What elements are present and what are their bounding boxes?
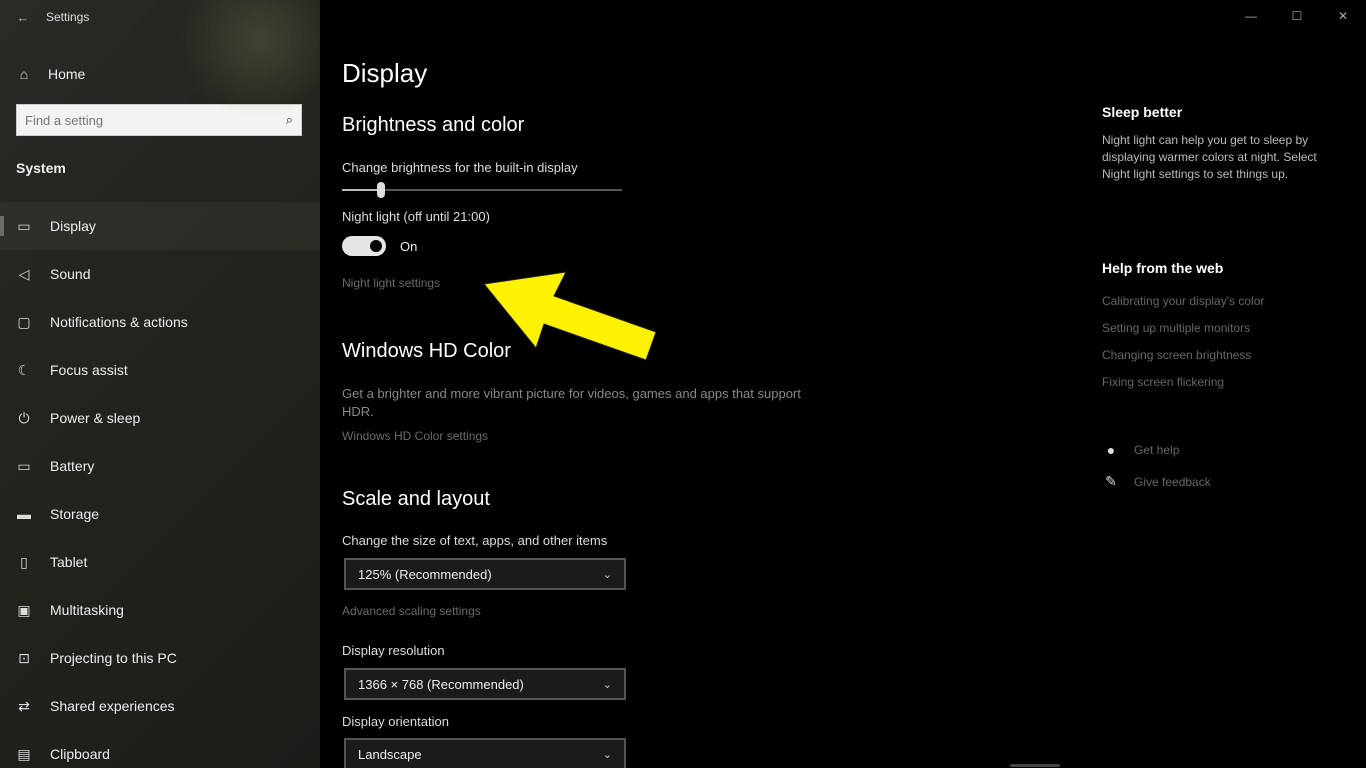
dropdown-value: Landscape — [358, 746, 422, 762]
feedback-icon: ✎ — [1105, 473, 1117, 489]
section-label: System — [16, 160, 66, 176]
tablet-icon: ▯ — [20, 553, 28, 570]
toggle-state: On — [400, 238, 418, 254]
slider-fill — [342, 189, 382, 191]
orientation-dropdown[interactable]: Landscape ⌄ — [344, 738, 626, 768]
sidebar-item-label: Display — [50, 218, 96, 234]
title-bar: ← Settings — [0, 0, 320, 34]
search-box[interactable]: ⌕ — [16, 104, 302, 136]
help-link[interactable]: Changing screen brightness — [1102, 348, 1251, 362]
sidebar-item-tablet[interactable]: ▯ Tablet — [0, 538, 320, 586]
sleep-heading: Sleep better — [1102, 104, 1183, 120]
sidebar: ← Settings ⌂ Home ⌕ System ▭ Display ◁ S… — [0, 0, 320, 768]
monitor-icon: ▭ — [17, 217, 31, 234]
maximize-button[interactable]: ☐ — [1274, 0, 1320, 32]
sidebar-item-label: Tablet — [50, 554, 88, 570]
help-link[interactable]: Calibrating your display's color — [1102, 294, 1264, 308]
give-feedback-label: Give feedback — [1134, 474, 1211, 489]
sidebar-item-notifications[interactable]: ▢ Notifications & actions — [0, 298, 320, 346]
home-label: Home — [48, 66, 86, 82]
page-title: Display — [342, 58, 428, 88]
battery-icon: ▭ — [17, 457, 31, 474]
chevron-down-icon: ⌄ — [602, 748, 612, 761]
notification-icon: ▢ — [17, 313, 31, 330]
moon-icon: ☾ — [17, 361, 31, 378]
sidebar-item-label: Battery — [50, 458, 95, 474]
sidebar-item-clipboard[interactable]: ▤ Clipboard — [0, 730, 320, 768]
text-size-label: Change the size of text, apps, and other… — [342, 533, 608, 548]
home-icon: ⌂ — [19, 66, 29, 82]
help-link[interactable]: Setting up multiple monitors — [1102, 321, 1250, 335]
hdr-description: Get a brighter and more vibrant picture … — [342, 386, 801, 419]
brightness-slider-label: Change brightness for the built-in displ… — [342, 160, 578, 175]
sidebar-item-label: Storage — [50, 506, 100, 522]
home-nav-item[interactable]: ⌂ Home — [0, 58, 320, 90]
sidebar-item-label: Focus assist — [50, 362, 128, 378]
multitasking-icon: ▣ — [17, 601, 31, 618]
sidebar-item-label: Notifications & actions — [50, 314, 188, 330]
sidebar-item-label: Sound — [50, 266, 91, 282]
orientation-label: Display orientation — [342, 714, 449, 729]
chevron-down-icon: ⌄ — [602, 568, 612, 581]
night-light-label: Night light (off until 21:00) — [342, 209, 490, 224]
sidebar-item-label: Clipboard — [50, 746, 110, 762]
back-arrow-icon[interactable]: ← — [0, 0, 46, 34]
night-light-toggle[interactable] — [342, 236, 386, 256]
text-size-dropdown[interactable]: 125% (Recommended) ⌄ — [344, 558, 626, 590]
sidebar-item-battery[interactable]: ▭ Battery — [0, 442, 320, 490]
sidebar-item-label: Projecting to this PC — [50, 650, 177, 666]
annotation-arrow-icon — [483, 271, 657, 361]
chevron-down-icon: ⌄ — [602, 678, 612, 691]
get-help-action[interactable]: ● Get help — [1102, 442, 1180, 458]
main-content: Display Brightness and color Change brig… — [320, 0, 1080, 768]
power-icon: ⏻ — [18, 409, 30, 426]
slider-thumb[interactable] — [377, 182, 386, 198]
brightness-slider[interactable] — [342, 182, 622, 198]
shared-icon: ⇄ — [18, 697, 30, 714]
night-light-settings-link[interactable]: Night light settings — [342, 276, 440, 290]
right-panel: Sleep better Night light can help you ge… — [1100, 0, 1366, 768]
resolution-label: Display resolution — [342, 643, 445, 658]
sidebar-item-power[interactable]: ⏻ Power & sleep — [0, 394, 320, 442]
help-link[interactable]: Fixing screen flickering — [1102, 375, 1224, 389]
search-input[interactable] — [25, 112, 265, 128]
sidebar-item-display[interactable]: ▭ Display — [0, 202, 320, 250]
window-controls: — ☐ ✕ — [1228, 0, 1366, 32]
sidebar-nav: ▭ Display ◁ Sound ▢ Notifications & acti… — [0, 202, 320, 768]
scroll-indicator[interactable] — [1010, 764, 1060, 767]
sidebar-item-multitasking[interactable]: ▣ Multitasking — [0, 586, 320, 634]
settings-window: ← Settings ⌂ Home ⌕ System ▭ Display ◁ S… — [0, 0, 1366, 768]
sidebar-item-label: Power & sleep — [50, 410, 141, 426]
night-light-toggle-row: On — [342, 236, 417, 256]
sidebar-item-storage[interactable]: ▬ Storage — [0, 490, 320, 538]
clipboard-icon: ▤ — [17, 745, 31, 762]
sidebar-item-shared-experiences[interactable]: ⇄ Shared experiences — [0, 682, 320, 730]
minimize-button[interactable]: — — [1228, 0, 1274, 32]
storage-icon: ▬ — [17, 506, 31, 522]
app-title: Settings — [46, 10, 90, 24]
toggle-knob — [370, 240, 382, 252]
sidebar-item-focus-assist[interactable]: ☾ Focus assist — [0, 346, 320, 394]
hdr-settings-link[interactable]: Windows HD Color settings — [342, 429, 488, 443]
get-help-label: Get help — [1134, 443, 1180, 457]
resolution-dropdown[interactable]: 1366 × 768 (Recommended) ⌄ — [344, 668, 626, 700]
sidebar-item-projecting[interactable]: ⊡ Projecting to this PC — [0, 634, 320, 682]
sidebar-item-label: Multitasking — [50, 602, 124, 618]
scale-heading: Scale and layout — [342, 488, 490, 510]
search-icon[interactable]: ⌕ — [286, 112, 293, 128]
brightness-heading: Brightness and color — [342, 114, 525, 136]
advanced-scaling-link[interactable]: Advanced scaling settings — [342, 604, 481, 618]
give-feedback-action[interactable]: ✎ Give feedback — [1102, 473, 1211, 490]
help-chat-icon: ● — [1106, 442, 1116, 458]
sleep-text: Night light can help you get to sleep by… — [1102, 133, 1317, 181]
close-button[interactable]: ✕ — [1320, 0, 1366, 32]
sidebar-item-label: Shared experiences — [50, 698, 175, 714]
sidebar-item-sound[interactable]: ◁ Sound — [0, 250, 320, 298]
projecting-icon: ⊡ — [18, 649, 30, 666]
help-heading: Help from the web — [1102, 260, 1224, 276]
dropdown-value: 125% (Recommended) — [358, 566, 492, 582]
dropdown-value: 1366 × 768 (Recommended) — [358, 676, 524, 692]
speaker-icon: ◁ — [18, 265, 30, 282]
